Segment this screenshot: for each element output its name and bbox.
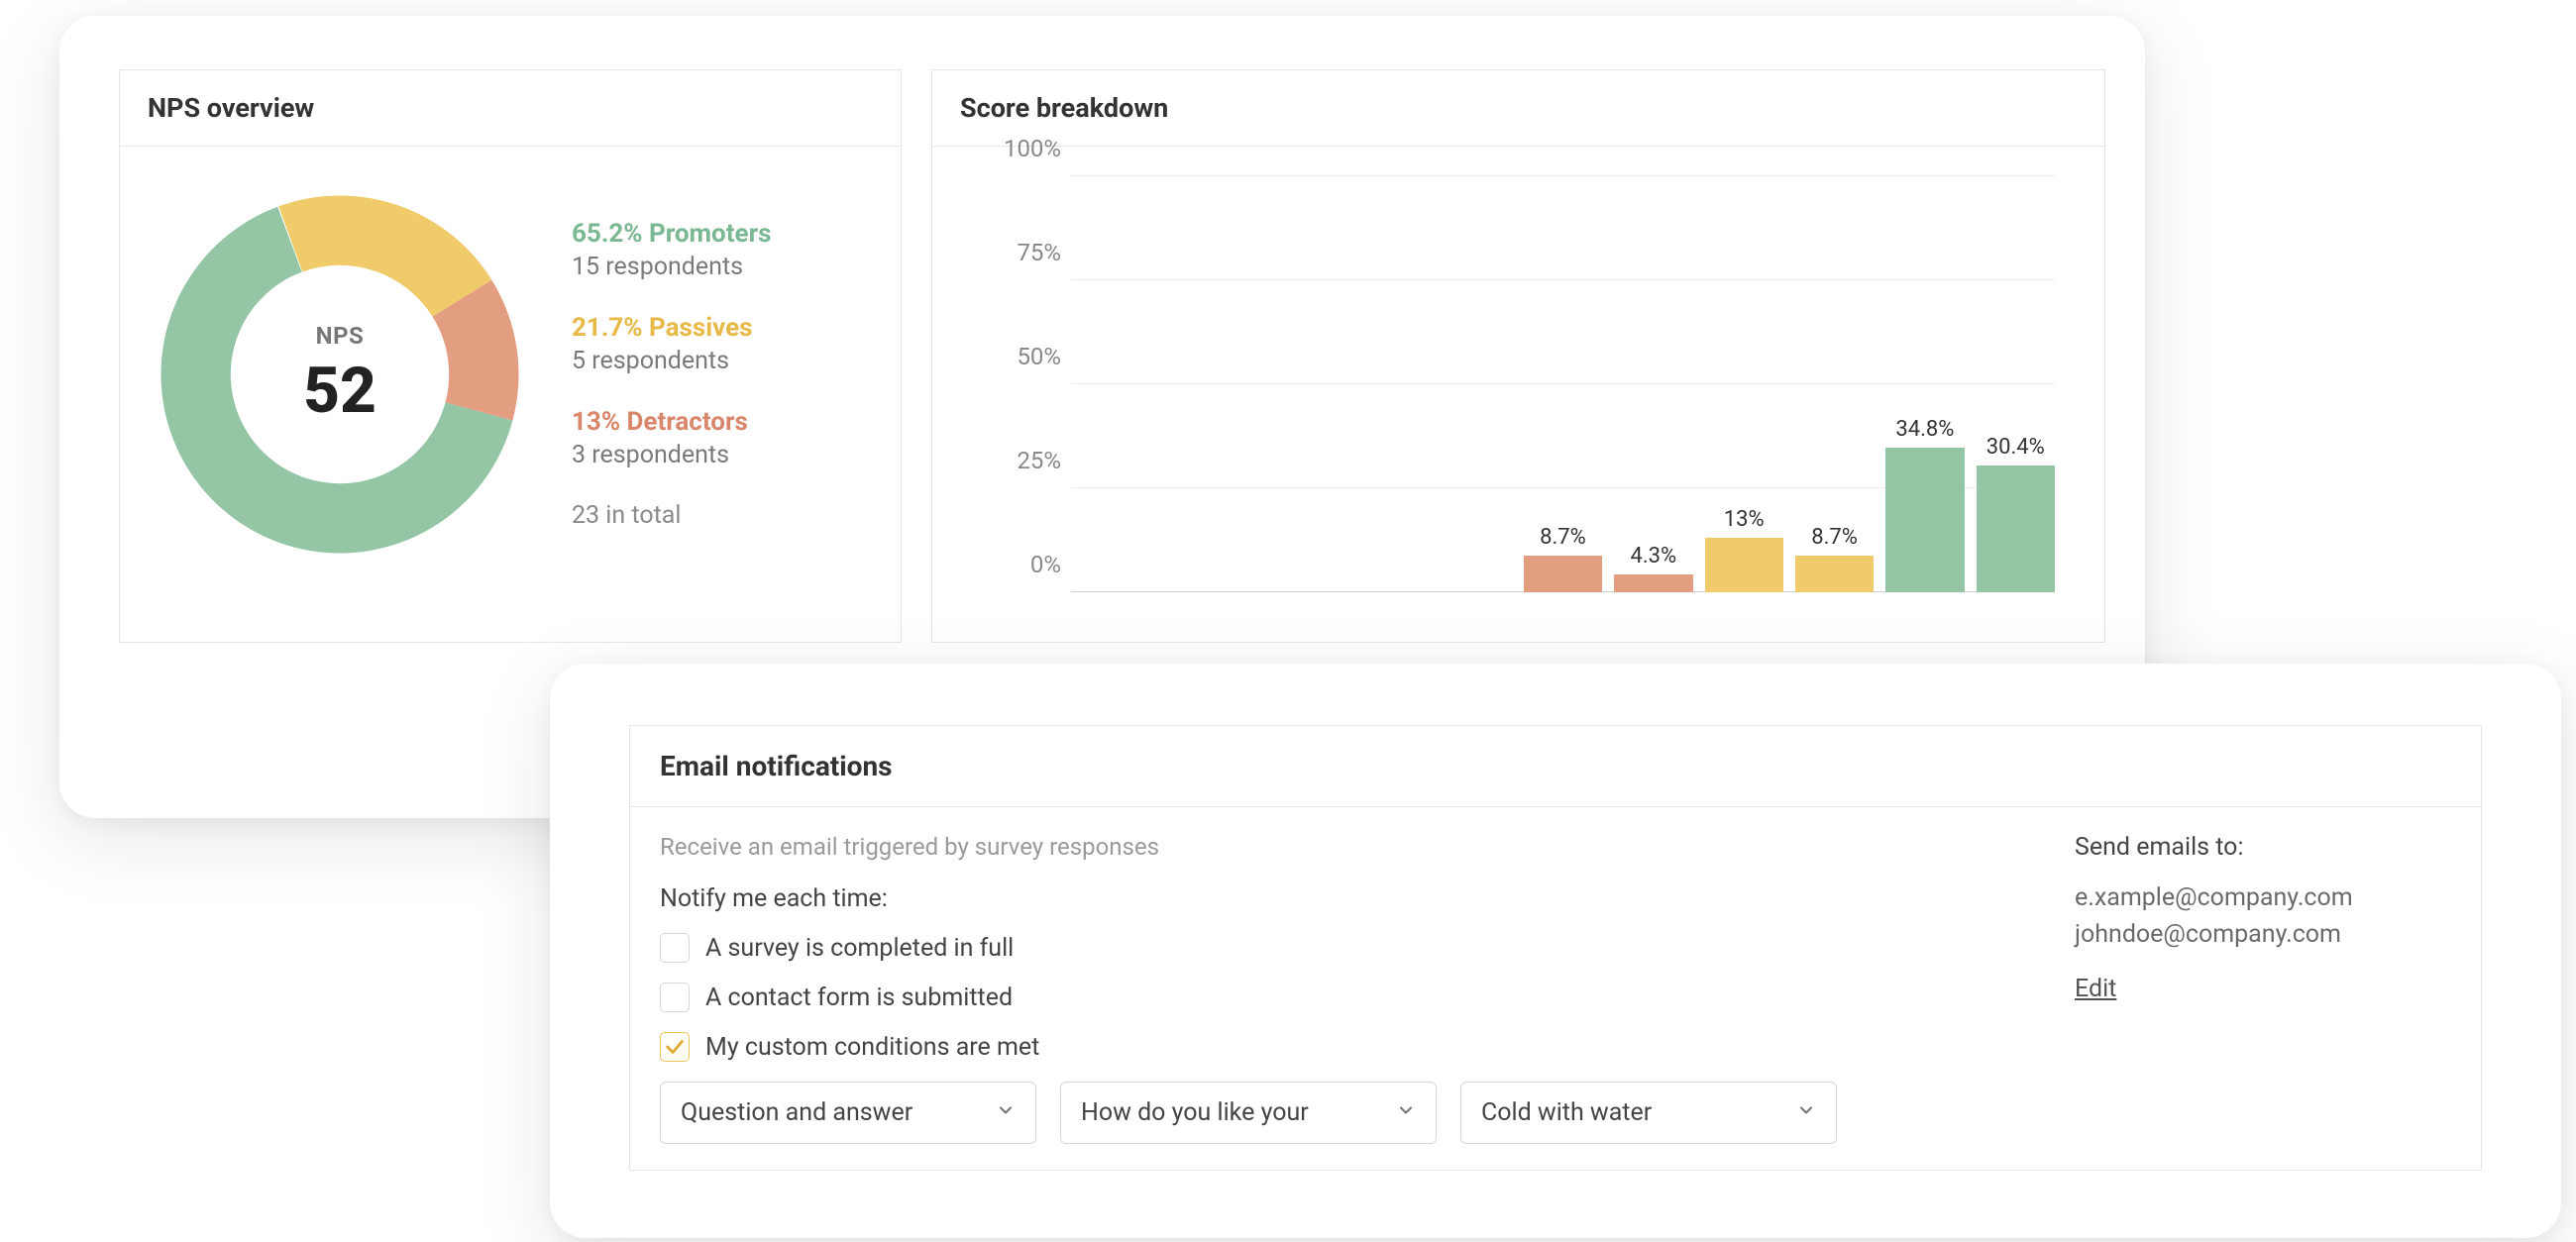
notify-option-label: A contact form is submitted	[705, 983, 1013, 1012]
nps-overview-panel: NPS overview NPS 52 65.2% Promoters 15 r…	[119, 69, 902, 643]
bar-col-3	[1342, 176, 1421, 592]
notify-option-checkbox-0[interactable]	[660, 933, 690, 963]
bar-col-4	[1433, 176, 1511, 592]
bar	[1885, 448, 1964, 592]
y-tick-label: 50%	[972, 343, 1061, 370]
bar	[1795, 556, 1874, 592]
notify-option-checkbox-2[interactable]	[660, 1032, 690, 1062]
condition-select-1[interactable]: How do you like your	[1060, 1082, 1437, 1144]
bar-label: 8.7%	[1795, 525, 1874, 550]
nps-score: 52	[303, 354, 376, 428]
condition-select-2[interactable]: Cold with water	[1460, 1082, 1837, 1144]
bar-label: 34.8%	[1885, 417, 1964, 442]
notify-option-label: A survey is completed in full	[705, 934, 1014, 963]
legend-passives-sub: 5 respondents	[572, 347, 771, 375]
check-icon	[664, 1036, 686, 1058]
bar	[1614, 574, 1692, 592]
legend-passives-title: 21.7% Passives	[572, 313, 771, 343]
y-tick-label: 75%	[972, 239, 1061, 266]
select-value: Question and answer	[681, 1098, 912, 1127]
notify-section-label: Notify me each time:	[660, 884, 2035, 913]
legend-detractors: 13% Detractors 3 respondents	[572, 407, 771, 469]
nps-legend: 65.2% Promoters 15 respondents 21.7% Pas…	[572, 219, 771, 530]
chevron-down-icon	[1396, 1098, 1416, 1127]
chevron-down-icon	[996, 1098, 1016, 1127]
select-value: How do you like your	[1081, 1098, 1309, 1127]
nps-title: NPS overview	[120, 70, 901, 147]
email-notifications-card: Email notifications Receive an email tri…	[550, 664, 2561, 1238]
score-breakdown-chart: 8.7%4.3%13%8.7%34.8%30.4% 0%25%50%75%100…	[972, 176, 2065, 622]
bar-label: 4.3%	[1614, 544, 1692, 569]
chevron-down-icon	[1796, 1098, 1816, 1127]
y-tick-label: 25%	[972, 447, 1061, 474]
legend-detractors-title: 13% Detractors	[572, 407, 771, 437]
bar-col-5: 8.7%	[1524, 176, 1602, 592]
notify-option-row: A survey is completed in full	[660, 933, 2035, 963]
legend-total: 23 in total	[572, 501, 771, 530]
score-breakdown-title: Score breakdown	[932, 70, 2104, 147]
bar-label: 8.7%	[1524, 525, 1602, 550]
legend-promoters: 65.2% Promoters 15 respondents	[572, 219, 771, 281]
legend-promoters-title: 65.2% Promoters	[572, 219, 771, 249]
nps-donut-chart: NPS 52	[152, 186, 528, 563]
email-title: Email notifications	[630, 726, 2481, 807]
bar	[1977, 466, 2055, 592]
bar-col-10: 30.4%	[1977, 176, 2055, 592]
condition-select-0[interactable]: Question and answer	[660, 1082, 1036, 1144]
bar-col-6: 4.3%	[1614, 176, 1692, 592]
nps-center-label: NPS	[316, 322, 365, 350]
select-value: Cold with water	[1481, 1098, 1652, 1127]
bar-col-8: 8.7%	[1795, 176, 1874, 592]
bar-label: 13%	[1705, 507, 1783, 532]
notify-option-checkbox-1[interactable]	[660, 983, 690, 1012]
legend-passives: 21.7% Passives 5 respondents	[572, 313, 771, 375]
bar-col-0	[1071, 176, 1149, 592]
edit-recipients-link[interactable]: Edit	[2075, 975, 2116, 1003]
score-breakdown-panel: Score breakdown 8.7% 4.3% 13% 8.7% 34.8% 30.4…	[931, 69, 2105, 643]
notify-option-label: My custom conditions are met	[705, 1033, 1039, 1062]
email-subtitle: Receive an email triggered by survey res…	[660, 833, 2035, 861]
notify-option-row: A contact form is submitted	[660, 983, 2035, 1012]
bar-col-1	[1161, 176, 1239, 592]
email-notifications-panel: Email notifications Receive an email tri…	[629, 725, 2482, 1171]
bar-col-9: 34.8%	[1885, 176, 1964, 592]
bar	[1524, 556, 1602, 592]
bar	[1705, 538, 1783, 592]
bar-label: 30.4%	[1977, 435, 2055, 460]
send-emails-to-label: Send emails to:	[2075, 833, 2451, 862]
recipient-email: johndoe@company.com	[2075, 920, 2451, 949]
bar-col-7: 13%	[1705, 176, 1783, 592]
legend-detractors-sub: 3 respondents	[572, 441, 771, 469]
y-tick-label: 0%	[972, 551, 1061, 578]
recipient-email: e.xample@company.com	[2075, 883, 2451, 912]
notify-option-row: My custom conditions are met	[660, 1032, 2035, 1062]
legend-promoters-sub: 15 respondents	[572, 253, 771, 281]
bar-col-2	[1252, 176, 1331, 592]
y-tick-label: 100%	[972, 135, 1061, 162]
